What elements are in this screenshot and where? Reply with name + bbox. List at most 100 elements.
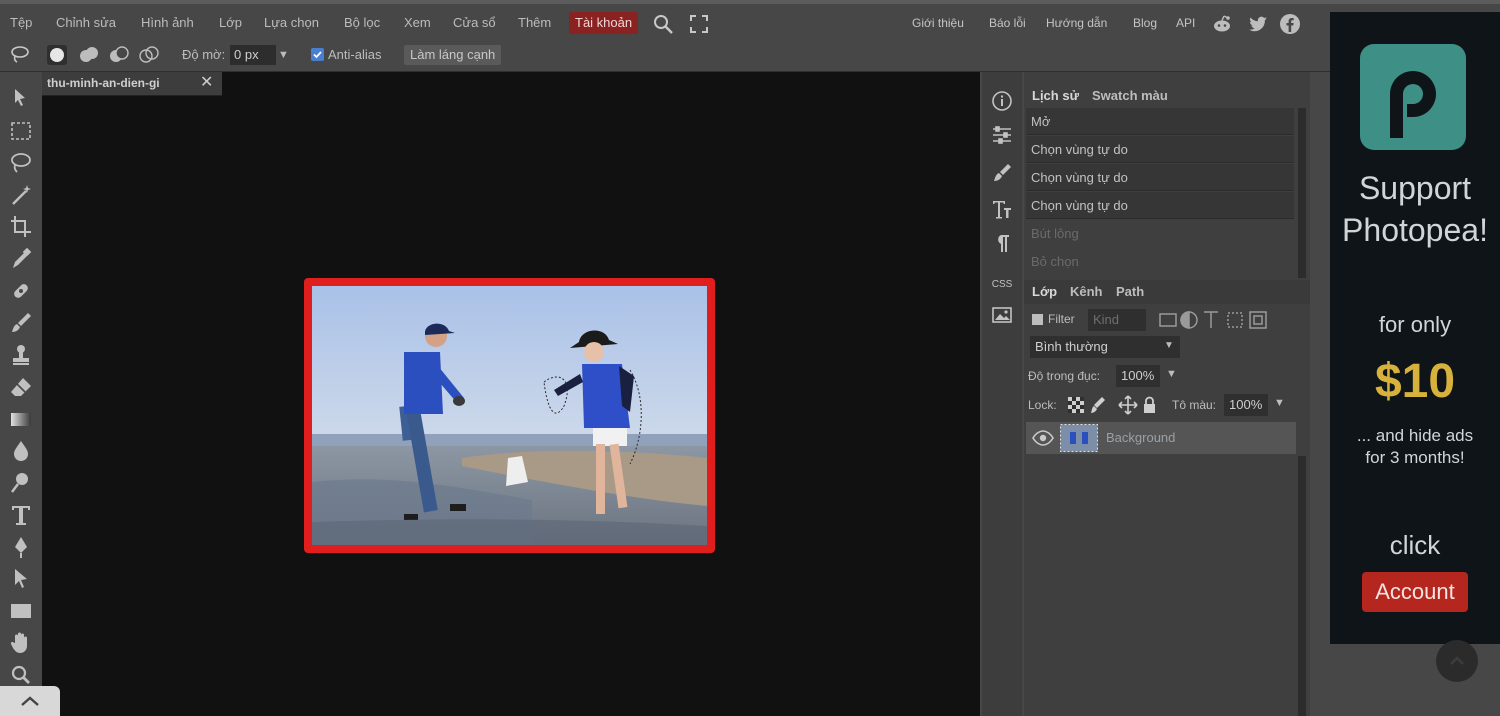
type-tool-icon[interactable] — [7, 502, 35, 528]
feather-input[interactable] — [230, 45, 276, 65]
rectangle-tool-icon[interactable] — [7, 598, 35, 624]
feather-dropdown-icon[interactable]: ▼ — [278, 45, 289, 65]
antialias-checkbox[interactable] — [311, 48, 324, 61]
layer-row-background[interactable]: Background — [1026, 422, 1296, 454]
opacity-label: Độ trong đục: — [1028, 369, 1101, 383]
ad-click: click — [1389, 530, 1441, 560]
pen-tool-icon[interactable] — [7, 534, 35, 560]
history-item[interactable]: Mở — [1026, 108, 1294, 135]
history-item[interactable]: Chọn vùng tự do — [1026, 164, 1294, 191]
lock-options-icons[interactable] — [1066, 394, 1156, 416]
eyedropper-tool-icon[interactable] — [7, 246, 35, 272]
link-blog[interactable]: Blog — [1133, 12, 1157, 34]
zoom-tool-icon[interactable] — [7, 662, 35, 688]
reddit-icon[interactable] — [1211, 13, 1233, 35]
eraser-tool-icon[interactable] — [7, 374, 35, 400]
paragraph-icon[interactable] — [991, 232, 1013, 254]
css-icon[interactable]: CSS — [991, 274, 1013, 296]
stamp-tool-icon[interactable] — [7, 342, 35, 368]
menu-account[interactable]: Tài khoản — [569, 12, 639, 34]
options-bar: Độ mờ: ▼ Anti-alias Làm láng cạnh — [0, 38, 1330, 72]
document-tab[interactable]: thu-minh-an-dien-gi ✕ — [42, 72, 222, 96]
ad-headline-1: Support — [1358, 170, 1472, 206]
path-select-tool-icon[interactable] — [7, 566, 35, 592]
healing-tool-icon[interactable] — [7, 278, 35, 304]
opacity-dropdown-icon[interactable]: ▼ — [1166, 368, 1177, 380]
fill-dropdown-icon[interactable]: ▼ — [1274, 397, 1285, 409]
history-item[interactable]: Chọn vùng tự do — [1026, 192, 1294, 219]
hand-tool-icon[interactable] — [7, 630, 35, 656]
facebook-icon[interactable] — [1279, 13, 1301, 35]
link-tutorial[interactable]: Hướng dẫn — [1046, 12, 1107, 34]
photo-canvas[interactable] — [312, 286, 707, 545]
menu-select[interactable]: Lựa chọn — [262, 12, 321, 34]
tab-paths[interactable]: Path — [1116, 284, 1144, 299]
menu-image[interactable]: Hình ảnh — [139, 12, 196, 34]
fullscreen-icon[interactable] — [688, 13, 710, 35]
menu-more[interactable]: Thêm — [516, 12, 553, 34]
filter-checkbox[interactable] — [1032, 314, 1043, 325]
history-scrollbar[interactable] — [1298, 108, 1306, 278]
history-item[interactable]: Bút lông — [1026, 220, 1294, 247]
magic-wand-tool-icon[interactable] — [7, 182, 35, 208]
blur-tool-icon[interactable] — [7, 438, 35, 464]
move-tool-icon[interactable] — [7, 86, 35, 112]
add-selection-icon[interactable] — [78, 44, 100, 66]
filter-kind-select[interactable]: Kind — [1088, 309, 1146, 331]
filter-type-icons[interactable] — [1158, 309, 1270, 331]
expand-panel-button[interactable] — [0, 686, 60, 716]
fill-input[interactable]: 100% — [1224, 394, 1268, 416]
character-icon[interactable] — [991, 198, 1013, 220]
layer-name: Background — [1106, 430, 1176, 445]
ad-headline-2: Photopea! — [1342, 212, 1488, 248]
subtract-selection-icon[interactable] — [108, 44, 130, 66]
twitter-icon[interactable] — [1247, 13, 1269, 35]
marquee-tool-icon[interactable] — [7, 118, 35, 144]
menu-bar: Tệp Chỉnh sửa Hình ảnh Lớp Lựa chọn Bộ l… — [0, 0, 1500, 38]
opacity-input[interactable]: 100% — [1116, 365, 1160, 387]
refine-edge-button[interactable]: Làm láng cạnh — [404, 45, 502, 65]
filter-label: Filter — [1048, 312, 1075, 326]
adjustments-icon[interactable] — [991, 124, 1013, 146]
dodge-tool-icon[interactable] — [7, 470, 35, 496]
info-icon[interactable] — [991, 90, 1013, 112]
new-selection-icon[interactable] — [46, 44, 68, 66]
layers-scrollbar[interactable] — [1298, 456, 1306, 716]
eye-icon[interactable] — [1032, 427, 1054, 449]
link-api[interactable]: API — [1176, 12, 1195, 34]
search-icon[interactable] — [652, 13, 674, 35]
menu-edit[interactable]: Chỉnh sửa — [54, 12, 118, 34]
menu-file[interactable]: Tệp — [8, 12, 34, 34]
lasso-tool-options-icon[interactable] — [9, 44, 31, 66]
fill-label: Tô màu: — [1172, 398, 1217, 412]
image-icon[interactable] — [991, 304, 1013, 326]
history-item[interactable]: Bỏ chọn — [1026, 248, 1294, 275]
tab-history[interactable]: Lịch sử — [1032, 88, 1079, 103]
menu-window[interactable]: Cửa sổ — [451, 12, 498, 34]
link-about[interactable]: Giới thiệu — [912, 12, 964, 34]
menu-view[interactable]: Xem — [402, 12, 433, 34]
scroll-to-top-button[interactable] — [1436, 640, 1478, 682]
history-panel-tabs: Lịch sử Swatch màu — [1024, 84, 1310, 108]
history-item[interactable]: Chọn vùng tự do — [1026, 136, 1294, 163]
tab-swatches[interactable]: Swatch màu — [1092, 88, 1168, 103]
ad-for-only: for only — [1378, 312, 1452, 337]
ad-account-button[interactable]: Account — [1362, 572, 1468, 612]
intersect-selection-icon[interactable] — [138, 44, 160, 66]
crop-tool-icon[interactable] — [7, 214, 35, 240]
chevron-down-icon: ▼ — [1164, 340, 1174, 351]
blend-mode-select[interactable]: Bình thường — [1030, 336, 1180, 358]
menu-filter[interactable]: Bộ lọc — [342, 12, 382, 34]
link-report[interactable]: Báo lỗi — [989, 12, 1026, 34]
tab-channels[interactable]: Kênh — [1070, 284, 1103, 299]
menu-layer[interactable]: Lớp — [217, 12, 244, 34]
photopea-app: Tệp Chỉnh sửa Hình ảnh Lớp Lựa chọn Bộ l… — [0, 0, 1500, 716]
gradient-tool-icon[interactable] — [7, 406, 35, 432]
tab-layers[interactable]: Lớp — [1032, 284, 1057, 299]
canvas-area[interactable]: thu-minh-an-dien-gi ✕ — [42, 72, 980, 716]
layers-panel-tabs: Lớp Kênh Path — [1024, 280, 1310, 304]
brush-settings-icon[interactable] — [991, 162, 1013, 184]
lasso-tool-icon[interactable] — [7, 150, 35, 176]
brush-tool-icon[interactable] — [7, 310, 35, 336]
close-icon[interactable]: ✕ — [200, 75, 214, 91]
